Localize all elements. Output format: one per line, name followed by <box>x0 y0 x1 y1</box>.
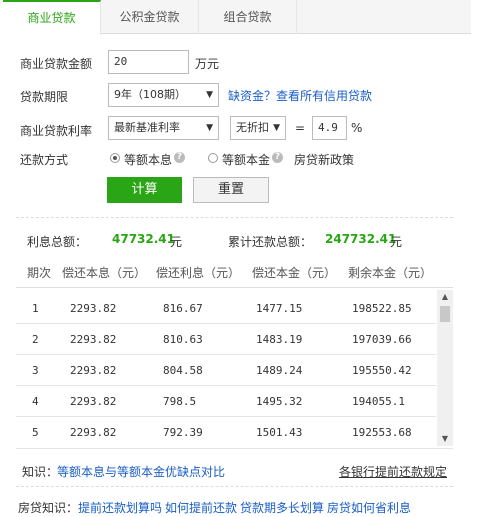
principal-cell: 1501.43 <box>256 426 303 439</box>
loan-type-tabs: 商业贷款 公积金贷款 组合贷款 <box>3 0 471 35</box>
tab-provident-fund-loan[interactable]: 公积金贷款 <box>101 0 199 34</box>
mortgage-knowledge-label: 房贷知识： <box>18 501 79 515</box>
amount-unit: 万元 <box>195 57 220 71</box>
term-label: 贷款期限 <box>20 90 69 104</box>
payment-cell: 2293.82 <box>70 364 117 377</box>
payment-cell: 2293.82 <box>70 426 117 439</box>
interest-cell: 810.63 <box>163 333 203 346</box>
knowledge-label: 知识： <box>22 465 59 479</box>
rate-input[interactable]: 4.9 <box>312 116 347 140</box>
rate-select-value: 最新基准利率 <box>114 121 180 134</box>
remaining-cell: 198522.85 <box>352 302 412 315</box>
rate-select[interactable]: 最新基准利率 ▼ <box>108 116 219 140</box>
principal-cell: 1483.19 <box>256 333 303 346</box>
remaining-cell: 194055.1 <box>352 395 405 408</box>
chevron-down-icon: ▼ <box>206 90 213 100</box>
method-equal-installment-radio[interactable] <box>110 153 120 163</box>
interest-total-value: 47732.41 <box>112 232 176 246</box>
scroll-down-icon[interactable]: ▼ <box>437 432 453 446</box>
interest-cell: 798.5 <box>163 395 197 408</box>
footer-link-save-interest[interactable]: 房贷如何省利息 <box>327 499 411 516</box>
method-label: 还款方式 <box>20 153 69 167</box>
policy-link[interactable]: 房贷新政策 <box>294 151 354 168</box>
period-cell: 5 <box>32 426 39 439</box>
interest-cell: 804.58 <box>163 364 203 377</box>
remaining-cell: 197039.66 <box>352 333 412 346</box>
bank-prepayment-link[interactable]: 各银行提前还款规定 <box>339 463 447 480</box>
help-icon[interactable]: ? <box>272 152 283 163</box>
divider <box>16 486 453 487</box>
period-cell: 2 <box>32 333 39 346</box>
period-cell: 1 <box>32 302 39 315</box>
payment-cell: 2293.82 <box>70 333 117 346</box>
footer-link-prepay-worth[interactable]: 提前还款划算吗 <box>78 499 162 516</box>
remaining-cell: 195550.42 <box>352 364 412 377</box>
interest-total-label: 利息总额： <box>27 235 88 249</box>
principal-cell: 1477.15 <box>256 302 303 315</box>
footer-link-term-length[interactable]: 贷款期多长划算 <box>240 499 324 516</box>
period-cell: 3 <box>32 364 39 377</box>
term-select-value: 9年（108期） <box>114 88 186 101</box>
calculate-button[interactable]: 计算 <box>107 177 182 203</box>
table-row: 1 2293.82 816.67 1477.15 198522.85 <box>16 293 436 324</box>
reset-button[interactable]: 重置 <box>193 177 269 203</box>
discount-select[interactable]: 无折扣 ▼ <box>230 116 286 140</box>
principal-cell: 1489.24 <box>256 364 303 377</box>
table-scrollbar[interactable]: ▲ ▼ <box>437 290 453 446</box>
chevron-down-icon: ▼ <box>206 123 213 133</box>
scroll-up-icon[interactable]: ▲ <box>437 290 453 304</box>
compare-methods-link[interactable]: 等额本息与等额本金优缺点对比 <box>57 463 225 480</box>
period-cell: 4 <box>32 395 39 408</box>
payment-cell: 2293.82 <box>70 395 117 408</box>
table-row: 3 2293.82 804.58 1489.24 195550.42 <box>16 355 436 386</box>
interest-cell: 792.39 <box>163 426 203 439</box>
schedule-table: 1 2293.82 816.67 1477.15 198522.85 2 229… <box>16 287 453 447</box>
help-icon[interactable]: ? <box>174 152 185 163</box>
discount-select-value: 无折扣 <box>236 121 269 134</box>
table-row: 5 2293.82 792.39 1501.43 192553.68 <box>16 417 436 447</box>
table-row: 4 2293.82 798.5 1495.32 194055.1 <box>16 386 436 417</box>
column-header-remaining: 剩余本金（元） <box>348 266 433 280</box>
amount-input[interactable]: 20 <box>108 50 189 74</box>
column-header-principal: 偿还本金（元） <box>252 266 337 280</box>
amount-label: 商业贷款金额 <box>20 57 93 71</box>
divider <box>16 448 453 449</box>
repayment-total-label: 累计还款总额： <box>228 235 313 249</box>
equals-sign: = <box>295 121 306 135</box>
tab-commercial-loan[interactable]: 商业贷款 <box>3 0 101 35</box>
column-header-interest: 偿还利息（元） <box>156 266 241 280</box>
repayment-total-value: 247732.41 <box>325 232 397 246</box>
remaining-cell: 192553.68 <box>352 426 412 439</box>
principal-cell: 1495.32 <box>256 395 303 408</box>
payment-cell: 2293.82 <box>70 302 117 315</box>
method-equal-principal-label: 等额本金 <box>222 153 271 167</box>
footer-link-how-prepay[interactable]: 如何提前还款 <box>165 499 237 516</box>
table-row: 2 2293.82 810.63 1483.19 197039.66 <box>16 324 436 355</box>
credit-loans-link[interactable]: 缺资金？查看所有信用贷款 <box>228 87 372 104</box>
chevron-down-icon: ▼ <box>273 123 280 133</box>
rate-label: 商业贷款利率 <box>20 124 93 138</box>
column-header-period: 期次 <box>27 266 52 280</box>
scrollbar-thumb[interactable] <box>440 306 450 322</box>
repayment-total-unit: 元 <box>390 235 403 249</box>
divider <box>16 217 453 218</box>
method-equal-installment-label: 等额本息 <box>124 153 173 167</box>
interest-total-unit: 元 <box>170 235 183 249</box>
term-select[interactable]: 9年（108期） ▼ <box>108 83 219 107</box>
interest-cell: 816.67 <box>163 302 203 315</box>
method-equal-principal-radio[interactable] <box>208 153 218 163</box>
tab-combined-loan[interactable]: 组合贷款 <box>199 0 297 34</box>
column-header-payment: 偿还本息（元） <box>62 266 147 280</box>
rate-unit: % <box>351 121 363 135</box>
